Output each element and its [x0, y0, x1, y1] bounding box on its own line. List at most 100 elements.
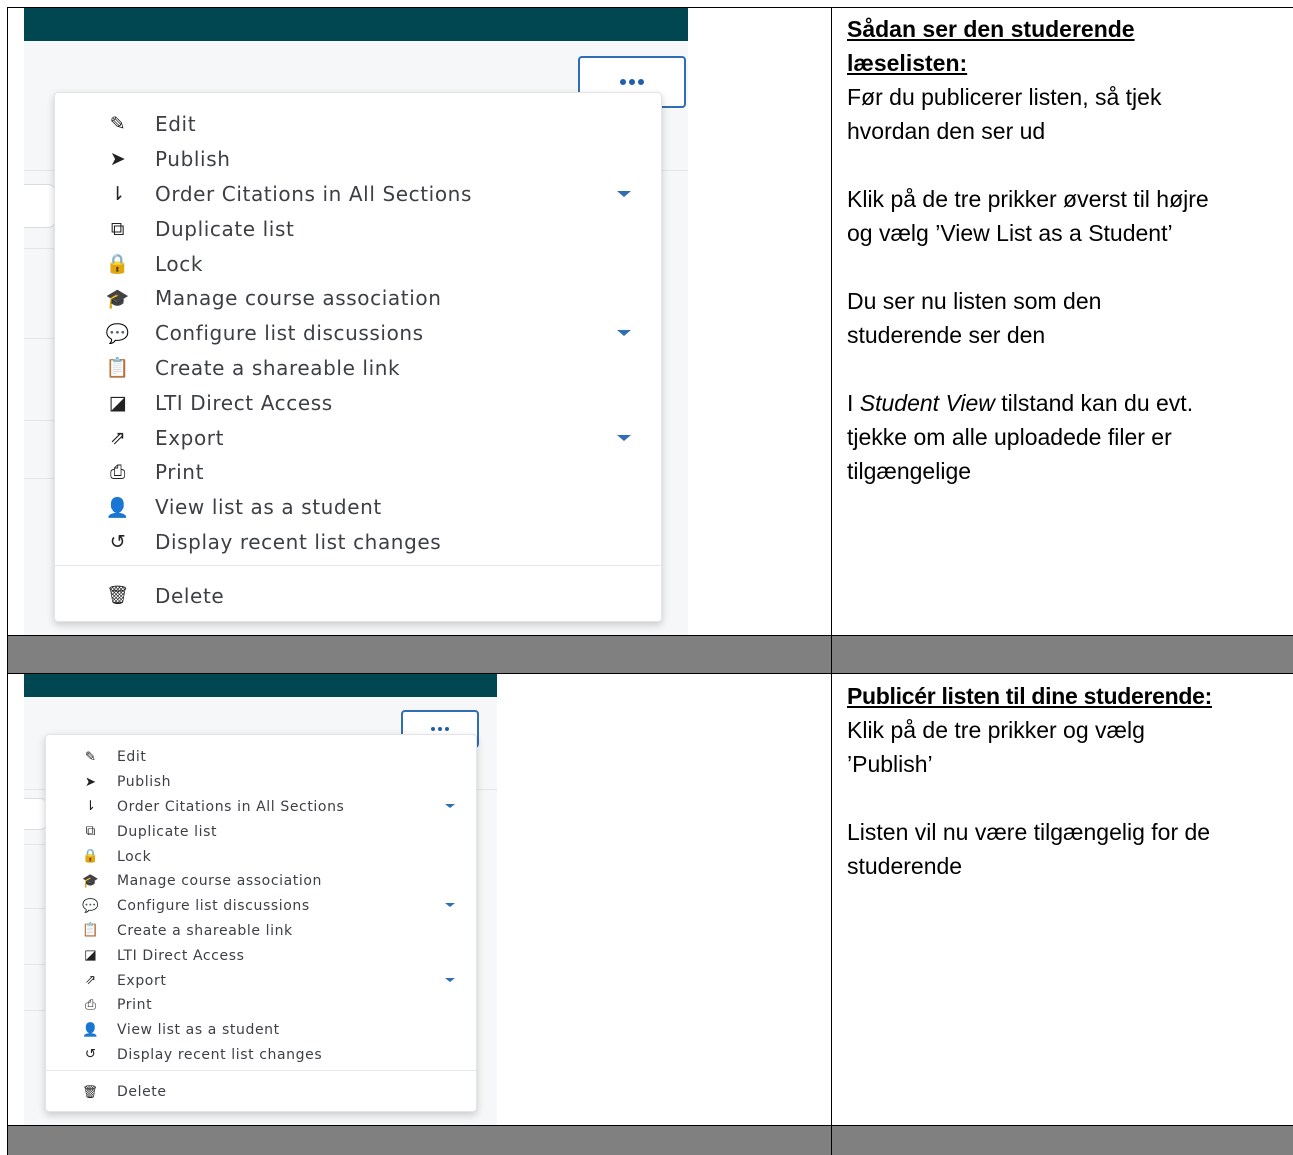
paragraph-line: Før du publicerer listen, så tjek — [847, 84, 1162, 110]
menu-item-lti-direct-access[interactable]: ◪ LTI Direct Access — [46, 943, 244, 968]
menu-item-label: Delete — [155, 583, 225, 608]
paragraph-line: og vælg ’View List as a Student’ — [847, 220, 1173, 246]
paragraph-line: studerende — [847, 853, 963, 879]
menu-item-label: Duplicate list — [116, 823, 218, 840]
pencil-icon: ✎ — [109, 113, 127, 136]
sort-icon: ⇂ — [109, 182, 127, 205]
menu-item-configure-list-discussions[interactable]: 💬 Configure list discussions — [46, 894, 310, 919]
menu-item-manage-course-association[interactable]: 🎓 Manage course association — [55, 281, 441, 316]
sort-icon: ⇂ — [84, 799, 97, 815]
submenu-caret-icon[interactable] — [444, 903, 455, 908]
duplicate-icon: ⧉ — [110, 217, 126, 240]
menu-item-edit[interactable]: ✎ Edit — [46, 745, 147, 770]
page-divider — [24, 1010, 46, 1011]
menu-item-create-a-shareable-link[interactable]: 📋 Create a shareable link — [46, 919, 293, 944]
history-icon: ↺ — [109, 530, 127, 553]
menu-item-order-citations-in-all-sections[interactable]: ⇂ Order Citations in All Sections — [55, 177, 472, 212]
menu-item-label: Display recent list changes — [155, 529, 442, 554]
printer-icon: ⎙ — [85, 997, 97, 1013]
menu-item-label: Lock — [155, 251, 204, 276]
menu-item-label: LTI Direct Access — [116, 947, 245, 964]
menu-item-delete[interactable]: 🗑 Delete — [46, 1077, 167, 1107]
history-icon: ↺ — [84, 1047, 97, 1063]
app-header-bar — [24, 674, 497, 697]
menu-item-create-a-shareable-link[interactable]: 📋 Create a shareable link — [55, 351, 400, 386]
menu-item-export[interactable]: ⇗ Export — [55, 420, 224, 455]
paragraph-line: I Student View tilstand kan du evt. — [847, 386, 1287, 420]
submenu-caret-icon[interactable] — [617, 191, 631, 197]
menu-item-label: Order Citations in All Sections — [116, 798, 345, 815]
submenu-caret-icon[interactable] — [617, 330, 631, 337]
menu-item-label: Edit — [155, 112, 197, 137]
menu-item-label: Lock — [116, 848, 152, 865]
menu-item-label: Manage course association — [155, 286, 442, 311]
menu-item-print[interactable]: ⎙ Print — [55, 455, 204, 490]
menu-item-order-citations-in-all-sections[interactable]: ⇂ Order Citations in All Sections — [46, 795, 344, 820]
menu-divider — [55, 565, 661, 566]
menu-item-display-recent-list-changes[interactable]: ↺ Display recent list changes — [46, 1043, 322, 1068]
text: tilstand kan du evt. — [994, 390, 1194, 416]
menu-item-label: Publish — [155, 147, 231, 172]
menu-item-delete[interactable]: 🗑 Delete — [55, 575, 224, 617]
menu-item-manage-course-association[interactable]: 🎓 Manage course association — [46, 869, 322, 894]
lock-icon: 🔒 — [82, 849, 100, 865]
table-border-left — [7, 7, 8, 1155]
menu-item-duplicate-list[interactable]: ⧉ Duplicate list — [55, 211, 294, 246]
paragraph-line: studerende ser den — [847, 322, 1046, 348]
column-divider-gray-1 — [831, 635, 832, 673]
menu-item-label: Create a shareable link — [116, 922, 293, 939]
menu-item-label: Export — [155, 425, 225, 450]
submenu-caret-icon[interactable] — [444, 977, 455, 982]
paragraph-line: hvordan den ser ud — [847, 118, 1046, 144]
menu-item-label: Print — [155, 460, 205, 485]
page-divider — [24, 338, 54, 339]
menu-item-view-list-as-a-student[interactable]: 👤 View list as a student — [55, 490, 382, 525]
menu-item-label: Manage course association — [116, 873, 323, 890]
menu-item-lti-direct-access[interactable]: ◪ LTI Direct Access — [55, 385, 333, 420]
menu-item-print[interactable]: ⎙ Print — [46, 993, 152, 1018]
row-border-3 — [7, 1125, 1293, 1126]
dot — [445, 727, 449, 731]
comments-icon: 💬 — [82, 898, 100, 914]
user-icon: 👤 — [105, 496, 131, 519]
menu-item-edit[interactable]: ✎ Edit — [55, 107, 196, 142]
instructions-publish: Publicér listen til dine studerende: Kli… — [847, 679, 1287, 883]
menu-item-label: Configure list discussions — [116, 898, 310, 915]
menu-item-display-recent-list-changes[interactable]: ↺ Display recent list changes — [55, 525, 441, 560]
menu-item-configure-list-discussions[interactable]: 💬 Configure list discussions — [55, 316, 424, 351]
menu-item-lock[interactable]: 🔒 Lock — [55, 246, 203, 281]
paragraph-line: tjekke om alle uploadede filer er — [847, 424, 1172, 450]
menu-item-lock[interactable]: 🔒 Lock — [46, 844, 151, 869]
column-divider-gray-2 — [831, 1125, 832, 1155]
paragraph-line: Klik på de tre prikker og vælg — [847, 717, 1145, 743]
section-heading: Sådan ser den studerende — [847, 16, 1135, 42]
dot — [438, 727, 442, 731]
table-column-divider — [831, 7, 832, 1155]
menu-item-export[interactable]: ⇗ Export — [46, 968, 166, 993]
page-divider — [24, 964, 46, 965]
submenu-caret-icon[interactable] — [444, 803, 455, 808]
page-divider — [24, 844, 46, 845]
menu-screenshot-small: ✎ Edit ➤ Publish ⇂ Order Citations in All Sec… — [24, 674, 497, 1125]
instructions-view-as-student: Sådan ser den studerende læselisten: Før… — [847, 12, 1287, 488]
menu-item-publish[interactable]: ➤ Publish — [55, 142, 231, 177]
menu-item-view-list-as-a-student[interactable]: 👤 View list as a student — [46, 1018, 280, 1043]
row-border-1 — [7, 635, 1293, 636]
submenu-caret-icon[interactable] — [617, 434, 631, 441]
paper-plane-icon: ➤ — [109, 148, 127, 171]
paragraph-line: ’Publish’ — [847, 751, 933, 777]
paper-plane-icon: ➤ — [84, 774, 97, 790]
page-divider — [24, 248, 54, 249]
user-icon: 👤 — [82, 1022, 100, 1038]
menu-item-duplicate-list[interactable]: ⧉ Duplicate list — [46, 819, 217, 844]
spacer-row-1 — [8, 635, 1293, 673]
menu-screenshot-large: ✎ Edit ➤ Publish ⇂ Order Citations in All Sec… — [24, 8, 688, 635]
menu-item-label: Delete — [116, 1083, 167, 1100]
menu-item-label: Display recent list changes — [116, 1046, 323, 1063]
menu-item-publish[interactable]: ➤ Publish — [46, 770, 171, 795]
lock-icon: 🔒 — [105, 253, 131, 276]
page-divider — [24, 420, 54, 421]
actions-dropdown-menu: ✎ Edit ➤ Publish ⇂ Order Citations in All Sec… — [45, 734, 477, 1112]
menu-item-label: Duplicate list — [155, 216, 295, 241]
paragraph-line: Du ser nu listen som den — [847, 288, 1102, 314]
